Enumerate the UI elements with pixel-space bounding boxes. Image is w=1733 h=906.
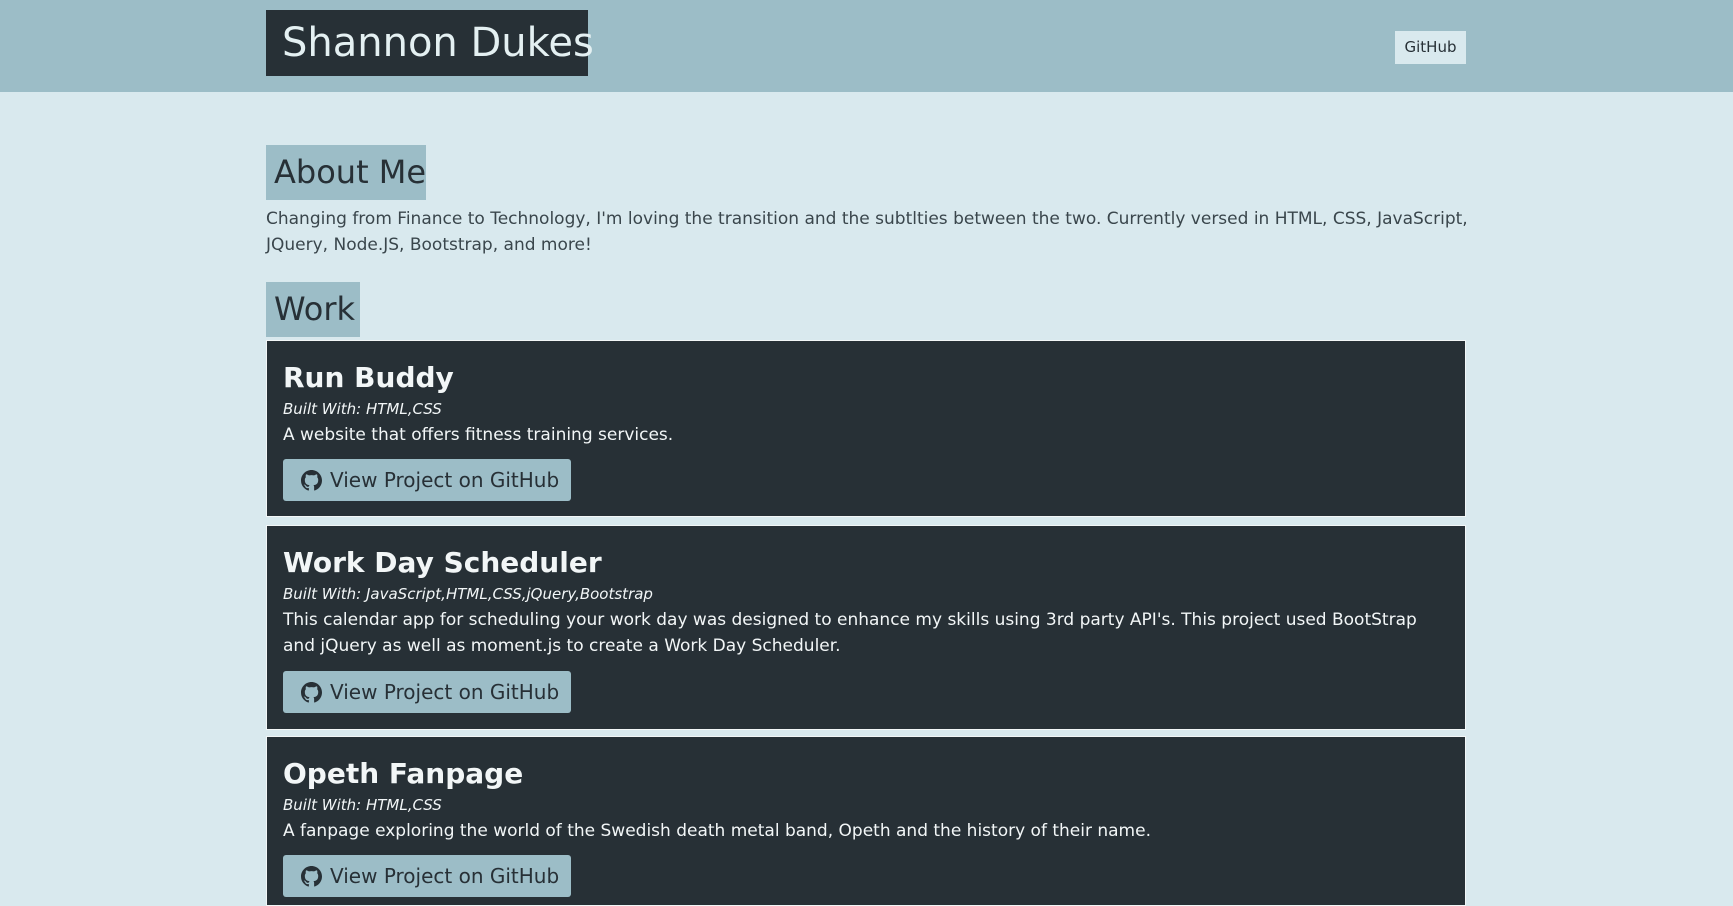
view-project-button[interactable]: View Project on GitHub xyxy=(283,459,571,501)
project-built-with: Built With: HTML,CSS xyxy=(283,796,442,814)
github-icon xyxy=(301,470,322,491)
github-icon xyxy=(301,866,322,887)
site-title[interactable]: Shannon Dukes xyxy=(266,10,594,76)
project-built-with: Built With: HTML,CSS xyxy=(283,400,442,418)
project-built-with: Built With: JavaScript,HTML,CSS,jQuery,B… xyxy=(283,585,653,603)
project-title: Run Buddy xyxy=(283,361,454,394)
project-description: A fanpage exploring the world of the Swe… xyxy=(283,821,1151,841)
top-navigation-bar: Shannon Dukes GitHub xyxy=(0,0,1733,92)
project-description: This calendar app for scheduling your wo… xyxy=(283,610,1417,656)
project-card-work-day-scheduler: Work Day Scheduler Built With: JavaScrip… xyxy=(266,525,1466,730)
about-text: Changing from Finance to Technology, I'm… xyxy=(266,209,1468,255)
project-card-opeth-fanpage: Opeth Fanpage Built With: HTML,CSS A fan… xyxy=(266,736,1466,906)
project-card-run-buddy: Run Buddy Built With: HTML,CSS A website… xyxy=(266,340,1466,517)
view-project-label: View Project on GitHub xyxy=(330,680,560,704)
project-title: Work Day Scheduler xyxy=(283,546,602,579)
view-project-label: View Project on GitHub xyxy=(330,864,560,888)
view-project-button[interactable]: View Project on GitHub xyxy=(283,671,571,713)
project-title: Opeth Fanpage xyxy=(283,757,524,790)
nav-github-link[interactable]: GitHub xyxy=(1395,31,1466,64)
work-heading: Work xyxy=(266,282,360,337)
project-description: A website that offers fitness training s… xyxy=(283,425,674,445)
github-icon xyxy=(301,682,322,703)
view-project-label: View Project on GitHub xyxy=(330,468,560,492)
about-heading: About Me xyxy=(266,145,426,200)
